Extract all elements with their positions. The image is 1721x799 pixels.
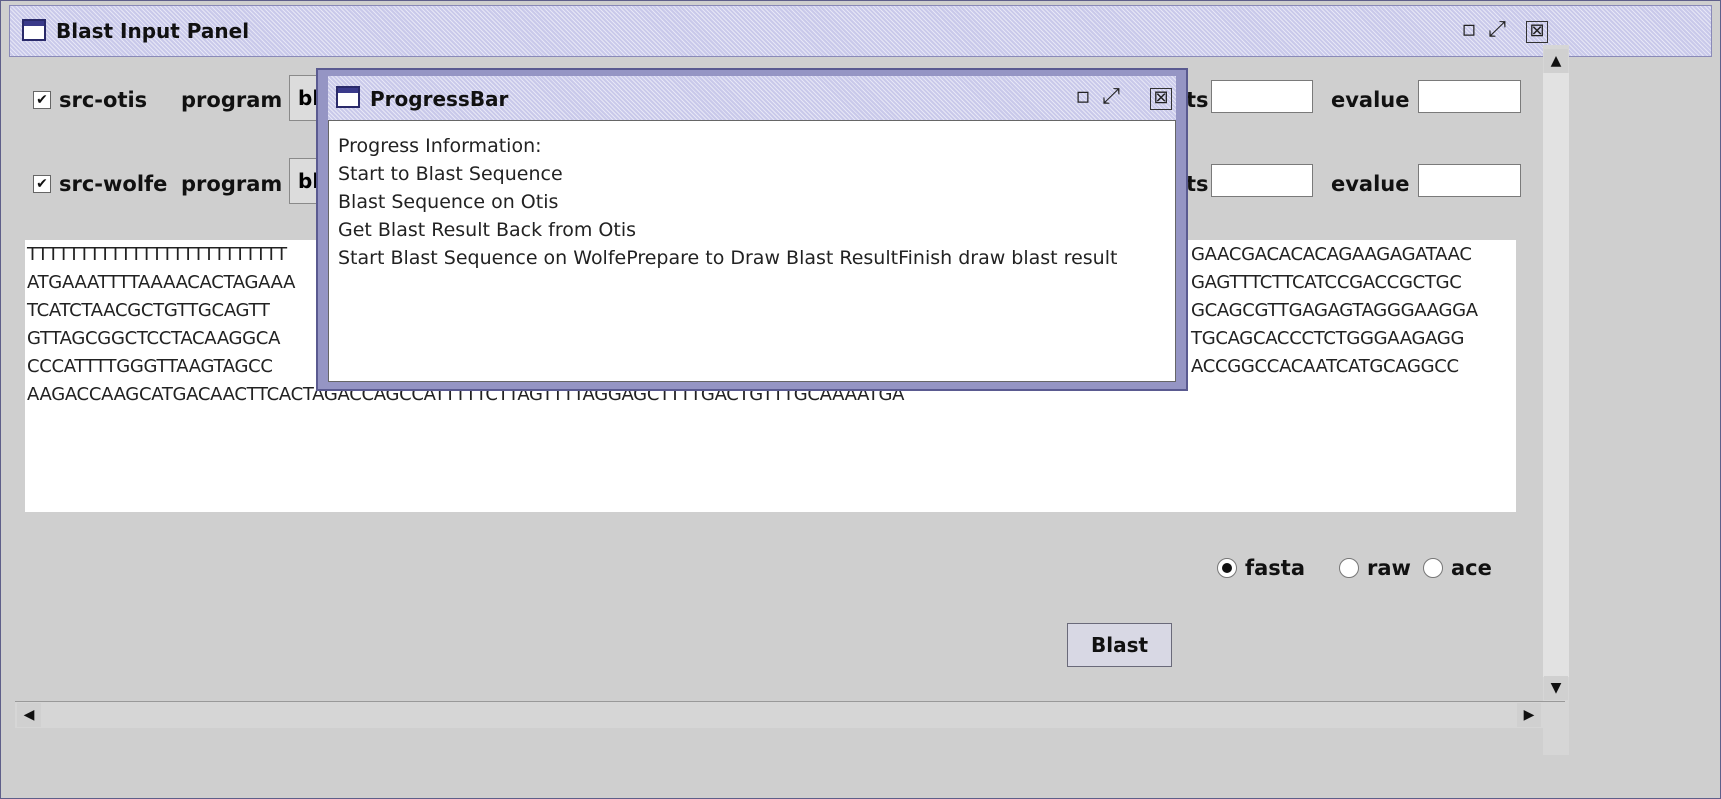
sequence-line: ATGAAATTTTAAAACACTAGAAA [27,272,296,293]
sequence-line: GTTAGCGGCTCCTACAAGGCA [27,328,281,349]
ace-radio[interactable] [1423,558,1443,578]
hits-label: ts [1186,88,1209,112]
sequence-line: GAGTTTCTTCATCCGACCGCTGC [1191,272,1462,293]
scroll-right-icon[interactable]: ▶ [1517,703,1541,727]
hits-label: ts [1186,172,1209,196]
src-otis-label: src-otis [59,88,148,112]
progress-log: Progress Information: Start to Blast Seq… [328,120,1176,382]
sequence-line: GAACGACACACAGAAGAGATAAC [1191,244,1472,265]
evalue-input[interactable] [1418,164,1521,197]
evalue-label: evalue [1331,88,1410,112]
src-wolfe-label: src-wolfe [59,172,168,196]
sequence-line: TTTTTTTTTTTTTTTTTTTTTTTTT [27,244,287,265]
progress-line: Blast Sequence on Otis [338,191,559,213]
close-icon[interactable]: ⊠ [1150,88,1172,110]
close-icon[interactable]: ⊠ [1526,21,1548,43]
maximize-icon[interactable]: ⤢ [1098,84,1124,110]
progress-line: Start Blast Sequence on WolfePrepare to … [338,247,1118,269]
sequence-line: CCCATTTTGGGTTAAGTAGCC [27,356,273,377]
window-icon [22,19,46,41]
title-bar[interactable]: Blast Input Panel ▫ ⤢ ⊠ [9,5,1712,57]
hits-input[interactable] [1211,80,1313,113]
evalue-input[interactable] [1418,80,1521,113]
sequence-line: ACCGGCCACAATCATGCAGGCC [1191,356,1459,377]
maximize-icon[interactable]: ⤢ [1484,17,1510,43]
program-label: program [181,172,283,196]
minimize-icon[interactable]: ▫ [1070,84,1096,110]
window-title: Blast Input Panel [56,19,250,43]
sequence-line: GCAGCGTTGAGAGTAGGGAAGGA [1191,300,1478,321]
progress-line: Start to Blast Sequence [338,163,563,185]
horizontal-scrollbar[interactable] [15,701,1565,728]
blast-button[interactable]: Blast [1067,623,1172,667]
sequence-line: TCATCTAACGCTGTTGCAGTT [27,300,270,321]
scroll-down-icon[interactable]: ▼ [1544,676,1568,700]
evalue-label: evalue [1331,172,1410,196]
src-wolfe-checkbox[interactable]: ✔ [33,175,51,193]
progress-window: ProgressBar ▫ ⤢ ⊠ Progress Information: … [316,68,1188,391]
minimize-icon[interactable]: ▫ [1456,17,1482,43]
window-icon [336,86,360,108]
fasta-radio[interactable] [1217,558,1237,578]
program-label: program [181,88,283,112]
fasta-label: fasta [1245,556,1306,580]
raw-radio[interactable] [1339,558,1359,578]
raw-label: raw [1367,556,1411,580]
sequence-line: TGCAGCACCCTCTGGGAAGAGG [1191,328,1465,349]
progress-title: ProgressBar [370,87,509,111]
vertical-scroll-track[interactable] [1543,73,1569,677]
progress-line: Progress Information: [338,135,542,157]
progress-title-bar[interactable]: ProgressBar ▫ ⤢ ⊠ [328,76,1176,120]
src-otis-checkbox[interactable]: ✔ [33,91,51,109]
hits-input[interactable] [1211,164,1313,197]
ace-label: ace [1451,556,1492,580]
scroll-up-icon[interactable]: ▲ [1544,49,1568,73]
progress-line: Get Blast Result Back from Otis [338,219,636,241]
scroll-left-icon[interactable]: ◀ [17,703,41,727]
